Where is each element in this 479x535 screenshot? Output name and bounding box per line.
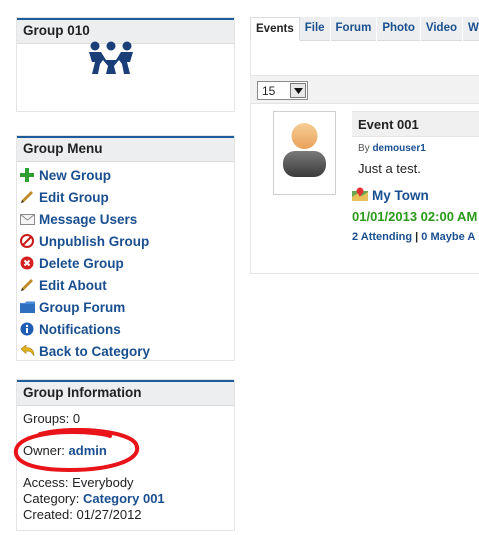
map-icon xyxy=(352,187,368,204)
menu-item-label: Edit About xyxy=(39,277,107,293)
delete-icon xyxy=(19,255,35,271)
menu-item-label: Delete Group xyxy=(39,255,124,271)
chevron-down-icon[interactable] xyxy=(290,83,306,98)
plus-icon xyxy=(19,167,35,183)
group-information: Group Information Groups: 0 Owner: admin… xyxy=(16,379,235,531)
menu-item-back-to-category[interactable]: Back to Category xyxy=(17,340,234,362)
tab-forum[interactable]: Forum xyxy=(331,17,378,41)
tab-file[interactable]: File xyxy=(300,17,331,41)
info-obscured-line xyxy=(23,459,228,475)
menu-item-unpublish-group[interactable]: Unpublish Group xyxy=(17,230,234,252)
maybe-link[interactable]: 0 Maybe A xyxy=(421,231,475,243)
menu-item-label: Group Forum xyxy=(39,299,126,315)
menu-item-new-group[interactable]: New Group xyxy=(17,164,234,186)
menu-item-group-forum[interactable]: Group Forum xyxy=(17,296,234,318)
event-rsvp: 2 Attending | 0 Maybe A xyxy=(352,231,475,243)
menu-item-label: Notifications xyxy=(39,321,121,337)
category-link[interactable]: Category 001 xyxy=(83,491,165,506)
event-location-link[interactable]: My Town xyxy=(372,188,429,203)
info-access: Access: Everybody xyxy=(23,475,134,490)
group-menu-title: Group Menu xyxy=(17,136,234,162)
info-category: Category: Category 001 xyxy=(23,491,228,507)
tab-more[interactable]: W xyxy=(463,17,479,41)
prohibited-icon xyxy=(19,233,35,249)
folder-icon xyxy=(19,299,35,315)
menu-item-message-users[interactable]: Message Users xyxy=(17,208,234,230)
menu-item-notifications[interactable]: Notifications xyxy=(17,318,234,340)
panel-bottom-divider xyxy=(250,273,479,274)
tab-video[interactable]: Video xyxy=(421,17,463,41)
group-information-title: Group Information xyxy=(17,380,234,406)
group-people-icon xyxy=(86,40,136,76)
info-groups: Groups: 0 xyxy=(23,411,81,426)
info-obscured-line xyxy=(23,427,228,443)
event-location: My Town xyxy=(352,187,429,204)
menu-item-label: Unpublish Group xyxy=(39,233,150,249)
info-owner: Owner: admin xyxy=(23,443,228,459)
menu-item-label: Edit Group xyxy=(39,189,109,205)
envelope-icon xyxy=(19,211,35,227)
info-created: Created: 01/27/2012 xyxy=(23,507,142,522)
rsvp-separator: | xyxy=(415,231,419,243)
tab-events[interactable]: Events xyxy=(250,17,300,41)
attending-link[interactable]: 2 Attending xyxy=(352,231,412,243)
category-label: Category: xyxy=(23,491,80,506)
group-menu: Group Menu New Group Edit Group Message … xyxy=(16,135,235,361)
list-limit-select[interactable]: 15 xyxy=(257,81,308,100)
owner-link[interactable]: admin xyxy=(69,443,107,458)
avatar[interactable] xyxy=(273,111,336,195)
pencil-icon xyxy=(19,277,35,293)
undo-arrow-icon xyxy=(19,343,35,359)
pencil-icon xyxy=(19,189,35,205)
tab-bar: Events File Forum Photo Video W xyxy=(250,17,479,41)
menu-item-label: New Group xyxy=(39,167,112,183)
event-author-label: By xyxy=(358,143,370,154)
menu-item-label: Back to Category xyxy=(39,343,151,359)
info-icon xyxy=(19,321,35,337)
event-description: Just a test. xyxy=(358,161,421,176)
list-limit-value: 15 xyxy=(262,83,276,98)
event-title[interactable]: Event 001 xyxy=(352,111,479,137)
event-author-link[interactable]: demouser1 xyxy=(372,143,425,154)
event-author: By demouser1 xyxy=(358,143,426,154)
owner-label: Owner: xyxy=(23,443,65,458)
menu-item-delete-group[interactable]: Delete Group xyxy=(17,252,234,274)
menu-item-edit-about[interactable]: Edit About xyxy=(17,274,234,296)
menu-item-label: Message Users xyxy=(39,211,138,227)
tab-photo[interactable]: Photo xyxy=(377,17,421,41)
event-datetime: 01/01/2013 02:00 AM xyxy=(352,209,478,224)
menu-item-edit-group[interactable]: Edit Group xyxy=(17,186,234,208)
